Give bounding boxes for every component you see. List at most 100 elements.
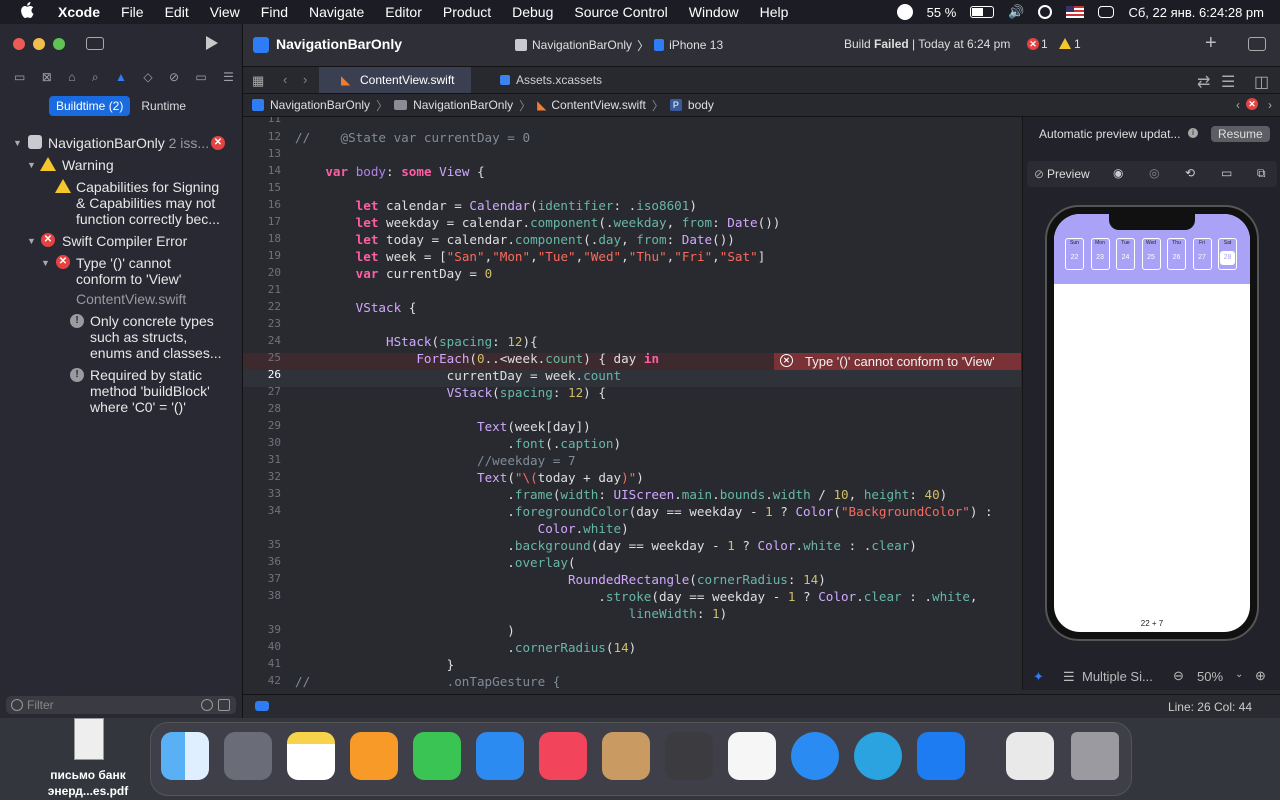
menu-product[interactable]: Product <box>443 4 491 20</box>
split-editor-icon[interactable]: ◫ <box>1254 72 1269 92</box>
phone-screen[interactable]: Sun 22 Mon 23 Tue 24 Wed 25 Thu 26 Fri 27 Sat 28 22 +… <box>1054 214 1250 632</box>
disclosure-icon[interactable]: ▼ <box>41 258 50 268</box>
issue-filter-icon[interactable] <box>218 699 230 711</box>
jump-group[interactable]: NavigationBarOnly <box>413 98 513 112</box>
volume-icon[interactable]: 🔊 <box>1008 4 1024 20</box>
build-status[interactable]: Build Failed | Today at 6:24 pm <box>844 37 1010 51</box>
code-editor[interactable]: 11 12 13 14 15 16 17 18 19 20 21 22 23 2… <box>243 117 1021 690</box>
error-count[interactable]: 1 <box>1041 37 1048 51</box>
buildtime-tab[interactable]: Buildtime (2) <box>49 96 131 116</box>
menu-navigate[interactable]: Navigate <box>309 4 364 20</box>
grid-icon[interactable]: ▦ <box>252 73 264 89</box>
error-item[interactable]: Type '()' cannot conform to 'View' <box>76 255 181 287</box>
datetime[interactable]: Сб, 22 янв. 6:24:28 pm <box>1128 5 1264 20</box>
xcode-icon[interactable] <box>917 732 965 780</box>
error-file[interactable]: ContentView.swift <box>76 291 186 307</box>
close-window-button[interactable] <box>13 38 25 50</box>
add-icon[interactable]: + <box>1205 32 1217 55</box>
resume-button[interactable]: Resume <box>1211 126 1270 142</box>
jump-file[interactable]: ContentView.swift <box>551 98 646 112</box>
debug-area-toggle-icon[interactable] <box>255 701 269 711</box>
warning-group[interactable]: Warning <box>62 157 114 173</box>
launchpad-icon[interactable] <box>224 732 272 780</box>
folder-icon[interactable]: ▭ <box>14 70 25 88</box>
source-control-icon[interactable]: ⊠ <box>42 70 52 88</box>
pdf-file-icon[interactable] <box>74 718 104 760</box>
downloads-stack-icon[interactable] <box>1006 732 1054 780</box>
refresh-icon[interactable]: ⇄ <box>1197 72 1210 92</box>
note-item[interactable]: Only concrete types such as structs, enu… <box>90 313 222 361</box>
disclosure-icon[interactable]: ▼ <box>13 138 22 148</box>
safari-icon[interactable] <box>791 732 839 780</box>
test-icon[interactable]: ◇ <box>143 70 152 88</box>
filter-field[interactable]: Filter <box>6 696 236 714</box>
notes-icon[interactable] <box>287 732 335 780</box>
disclosure-icon[interactable]: ▼ <box>27 160 36 170</box>
warning-count[interactable]: 1 <box>1074 37 1081 51</box>
user-icon[interactable] <box>1038 5 1053 19</box>
inline-error-annotation[interactable]: ✕ Type '()' cannot conform to 'View' <box>774 353 1021 370</box>
back-icon[interactable]: ‹ <box>283 72 287 87</box>
calculator-icon[interactable] <box>665 732 713 780</box>
prev-issue-icon[interactable]: ‹ <box>1236 98 1240 112</box>
reminders-icon[interactable] <box>728 732 776 780</box>
runtime-tab[interactable]: Runtime <box>134 96 193 116</box>
menu-debug[interactable]: Debug <box>512 4 553 20</box>
inspect-icon[interactable]: ◎ <box>1149 166 1159 180</box>
breakpoint-icon[interactable]: ▭ <box>195 70 206 88</box>
play-icon[interactable]: ◉ <box>1113 166 1123 180</box>
warning-count-icon[interactable] <box>1059 38 1071 49</box>
recent-filter-icon[interactable] <box>201 699 213 711</box>
info-icon[interactable]: i <box>1188 128 1198 138</box>
run-button[interactable] <box>206 36 218 50</box>
warning-item[interactable]: Capabilities for Signing & Capabilities … <box>76 179 220 227</box>
keynote-icon[interactable] <box>476 732 524 780</box>
telegram-icon[interactable] <box>854 732 902 780</box>
report-icon[interactable]: ☰ <box>223 70 234 88</box>
jump-symbol[interactable]: body <box>688 98 714 112</box>
error-group[interactable]: Swift Compiler Error <box>62 233 187 249</box>
rotate-icon[interactable]: ⟲ <box>1185 166 1195 180</box>
trash-icon[interactable] <box>1071 732 1119 780</box>
pdf-file-label[interactable]: письмо банк энерд...es.pdf <box>30 767 146 799</box>
minimize-window-button[interactable] <box>33 38 45 50</box>
control-center-icon[interactable] <box>1098 6 1115 18</box>
tab-contentview[interactable]: ◣ ContentView.swift <box>319 67 471 93</box>
next-issue-icon[interactable]: › <box>1268 98 1272 112</box>
archive-utility-icon[interactable] <box>602 732 650 780</box>
editor-options-icon[interactable]: ☰ <box>1221 72 1235 92</box>
scheme-selector[interactable]: NavigationBarOnly 〉 iPhone 13 <box>515 35 723 55</box>
inspector-toggle-icon[interactable] <box>1248 37 1266 51</box>
device-settings-icon[interactable]: ▭ <box>1221 166 1232 180</box>
symbol-icon[interactable]: ⌂ <box>68 70 75 88</box>
disclosure-icon[interactable]: ▼ <box>27 236 36 246</box>
numbers-icon[interactable] <box>413 732 461 780</box>
zoom-out-icon[interactable]: ⊖ <box>1173 668 1184 684</box>
tab-assets[interactable]: Assets.xcassets <box>492 67 632 93</box>
music-icon[interactable] <box>539 732 587 780</box>
forward-icon[interactable]: › <box>303 72 307 87</box>
pin-icon[interactable]: ✦ <box>1033 669 1044 685</box>
debug-icon[interactable]: ⊘ <box>169 70 179 88</box>
finder-icon[interactable] <box>161 732 209 780</box>
device-variants-label[interactable]: Multiple Si... <box>1082 669 1153 684</box>
find-icon[interactable]: ⌕ <box>92 70 99 88</box>
menu-file[interactable]: File <box>121 4 144 20</box>
zoom-level[interactable]: 50% <box>1197 669 1223 684</box>
preview-label[interactable]: Preview <box>1047 167 1090 181</box>
zoom-window-button[interactable] <box>53 38 65 50</box>
zoom-in-icon[interactable]: ⊕ <box>1255 668 1266 684</box>
menu-editor[interactable]: Editor <box>385 4 422 20</box>
menu-source-control[interactable]: Source Control <box>574 4 667 20</box>
chevron-down-icon[interactable]: ⌄ <box>1235 669 1243 680</box>
menu-app-name[interactable]: Xcode <box>58 4 100 20</box>
issue-icon[interactable]: ▲ <box>115 70 127 88</box>
menu-help[interactable]: Help <box>760 4 789 20</box>
menu-find[interactable]: Find <box>261 4 288 20</box>
flag-icon[interactable] <box>1066 6 1085 18</box>
pages-icon[interactable] <box>350 732 398 780</box>
menu-window[interactable]: Window <box>689 4 739 20</box>
project-row[interactable]: NavigationBarOnly 2 iss... <box>48 135 209 151</box>
apple-menu-icon[interactable] <box>20 2 40 22</box>
issue-nav-icon[interactable]: ✕ <box>1246 98 1258 110</box>
